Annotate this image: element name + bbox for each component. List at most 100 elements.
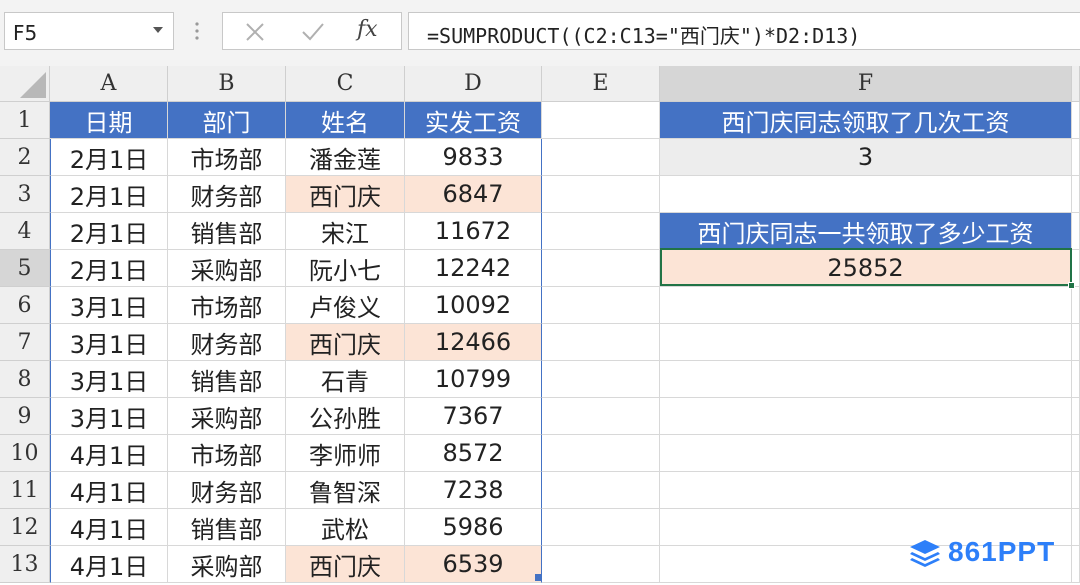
table-cell[interactable]: 市场部 [168,139,286,176]
row-header-3[interactable]: 3 [0,176,50,213]
table-cell[interactable]: 采购部 [168,398,286,435]
table-cell[interactable]: 财务部 [168,472,286,509]
row-header-2[interactable]: 2 [0,139,50,176]
table-cell[interactable]: 武松 [286,509,405,546]
table-cell[interactable]: 3月1日 [50,324,168,361]
table-header-cell[interactable]: 日期 [50,102,168,139]
table-cell[interactable]: 财务部 [168,324,286,361]
grid-cell[interactable] [1072,509,1080,546]
grid-cell[interactable] [1072,102,1080,139]
table-cell[interactable]: 西门庆 [286,176,405,213]
grid-cell[interactable] [542,472,660,509]
table-cell[interactable]: 2月1日 [50,213,168,250]
grid-cell[interactable] [542,213,660,250]
table-cell[interactable]: 4月1日 [50,472,168,509]
spreadsheet-grid[interactable]: A B C D E F 1 2 3 4 5 6 7 8 9 10 11 12 13 日期 部门 姓名 实发工资 西门庆同志领取… [0,66,1080,585]
column-header-f[interactable]: F [660,66,1072,102]
grid-cell[interactable] [660,398,1072,435]
grid-cell[interactable] [660,435,1072,472]
insert-function-button[interactable]: fx [357,17,378,42]
grid-cell[interactable] [660,472,1072,509]
table-cell[interactable]: 4月1日 [50,435,168,472]
table-cell[interactable]: 2月1日 [50,250,168,287]
table-cell[interactable]: 阮小七 [286,250,405,287]
table-cell[interactable]: 市场部 [168,287,286,324]
grid-cell[interactable] [542,287,660,324]
table-cell[interactable]: 财务部 [168,176,286,213]
grid-cell[interactable] [1072,139,1080,176]
summary-answer-count[interactable]: 3 [660,139,1072,176]
table-cell[interactable]: 6539 [405,546,542,583]
select-all-corner[interactable] [0,66,50,102]
chevron-down-icon[interactable] [151,23,165,37]
grid-cell[interactable] [660,361,1072,398]
table-cell[interactable]: 7238 [405,472,542,509]
table-cell[interactable]: 7367 [405,398,542,435]
grid-cell[interactable] [1072,213,1080,250]
row-header-13[interactable]: 13 [0,546,50,583]
row-header-12[interactable]: 12 [0,509,50,546]
table-cell[interactable]: 销售部 [168,361,286,398]
table-cell[interactable]: 卢俊义 [286,287,405,324]
cancel-icon[interactable] [227,13,283,51]
table-cell[interactable]: 石青 [286,361,405,398]
grid-cell[interactable] [542,398,660,435]
column-header-d[interactable]: D [405,66,542,102]
grid-cell[interactable] [542,546,660,583]
grid-cell[interactable] [1072,546,1080,583]
table-cell[interactable]: 11672 [405,213,542,250]
row-header-7[interactable]: 7 [0,324,50,361]
column-header-e[interactable]: E [542,66,660,102]
table-cell[interactable]: 2月1日 [50,176,168,213]
table-cell[interactable]: 3月1日 [50,287,168,324]
table-cell[interactable]: 销售部 [168,509,286,546]
row-header-11[interactable]: 11 [0,472,50,509]
grid-cell[interactable] [1072,324,1080,361]
grid-cell[interactable] [542,176,660,213]
table-cell[interactable]: 宋江 [286,213,405,250]
table-cell[interactable]: 9833 [405,139,542,176]
table-cell[interactable]: 采购部 [168,546,286,583]
grid-cell[interactable] [542,324,660,361]
column-header-a[interactable]: A [50,66,168,102]
table-cell[interactable]: 西门庆 [286,324,405,361]
grid-cell[interactable] [660,287,1072,324]
row-header-1[interactable]: 1 [0,102,50,139]
grid-cell[interactable] [542,435,660,472]
row-header-4[interactable]: 4 [0,213,50,250]
grid-cell[interactable] [1072,472,1080,509]
grid-cell[interactable] [1072,176,1080,213]
column-header-b[interactable]: B [168,66,286,102]
table-cell[interactable]: 12242 [405,250,542,287]
table-header-cell[interactable]: 部门 [168,102,286,139]
table-resize-handle[interactable] [535,574,542,581]
summary-question-count[interactable]: 西门庆同志领取了几次工资 [660,102,1072,139]
column-header-g[interactable] [1072,66,1080,102]
grid-cell[interactable] [1072,361,1080,398]
table-cell[interactable]: 销售部 [168,213,286,250]
table-cell[interactable]: 鲁智深 [286,472,405,509]
row-header-10[interactable]: 10 [0,435,50,472]
table-cell[interactable]: 4月1日 [50,546,168,583]
grid-cell[interactable] [1072,287,1080,324]
table-cell[interactable]: 西门庆 [286,546,405,583]
grid-cell[interactable] [660,324,1072,361]
formula-input[interactable]: =SUMPRODUCT((C2:C13="西门庆")*D2:D13) [408,12,1080,50]
row-header-6[interactable]: 6 [0,287,50,324]
table-cell[interactable]: 12466 [405,324,542,361]
table-header-cell[interactable]: 姓名 [286,102,405,139]
table-cell[interactable]: 2月1日 [50,139,168,176]
grid-cell[interactable] [660,176,1072,213]
row-header-5[interactable]: 5 [0,250,50,287]
grid-cell[interactable] [1072,398,1080,435]
grid-cell[interactable] [542,139,660,176]
table-cell[interactable]: 10092 [405,287,542,324]
table-cell[interactable]: 李师师 [286,435,405,472]
table-cell[interactable]: 8572 [405,435,542,472]
table-cell[interactable]: 4月1日 [50,509,168,546]
table-cell[interactable]: 采购部 [168,250,286,287]
row-header-8[interactable]: 8 [0,361,50,398]
grid-cell[interactable] [542,102,660,139]
table-cell[interactable]: 3月1日 [50,398,168,435]
check-icon[interactable] [285,13,341,51]
